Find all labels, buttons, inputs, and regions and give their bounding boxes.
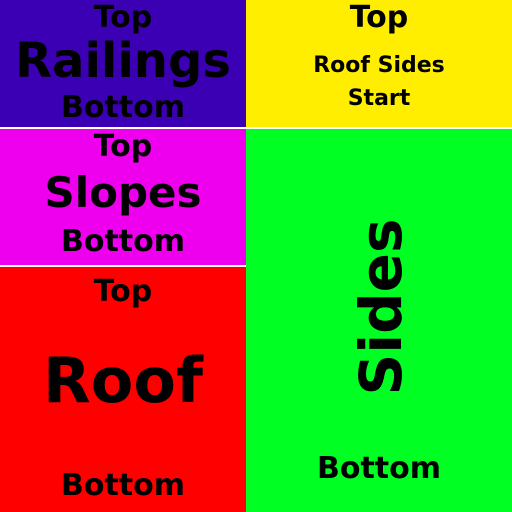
railings-title: Railings bbox=[15, 33, 231, 89]
railings-bottom-label: Bottom bbox=[60, 90, 186, 125]
roof-sides-start-label: Start bbox=[347, 86, 411, 111]
slopes-panel: Top Slopes Bottom bbox=[0, 129, 246, 265]
roof-panel: Top Roof Bottom bbox=[0, 267, 246, 512]
sides-panel: Sides Bottom bbox=[246, 129, 512, 512]
roof-bottom-label: Bottom bbox=[60, 468, 186, 503]
roof-sides-title: Roof Sides bbox=[313, 53, 445, 78]
roof-top-label: Top bbox=[93, 274, 153, 309]
roof-title: Roof bbox=[43, 344, 203, 417]
texture-atlas: Top Railings Bottom Top Roof Sides Start… bbox=[0, 0, 512, 512]
sides-bottom-label: Bottom bbox=[316, 451, 442, 486]
railings-panel: Top Railings Bottom bbox=[0, 0, 246, 127]
roof-sides-top-label: Top bbox=[349, 0, 409, 35]
slopes-bottom-label: Bottom bbox=[60, 224, 186, 259]
sides-title: Sides bbox=[347, 218, 415, 396]
slopes-top-label: Top bbox=[93, 129, 153, 164]
roof-sides-panel: Top Roof Sides Start bbox=[246, 0, 512, 127]
slopes-title: Slopes bbox=[44, 168, 202, 217]
railings-top-label: Top bbox=[93, 0, 153, 35]
